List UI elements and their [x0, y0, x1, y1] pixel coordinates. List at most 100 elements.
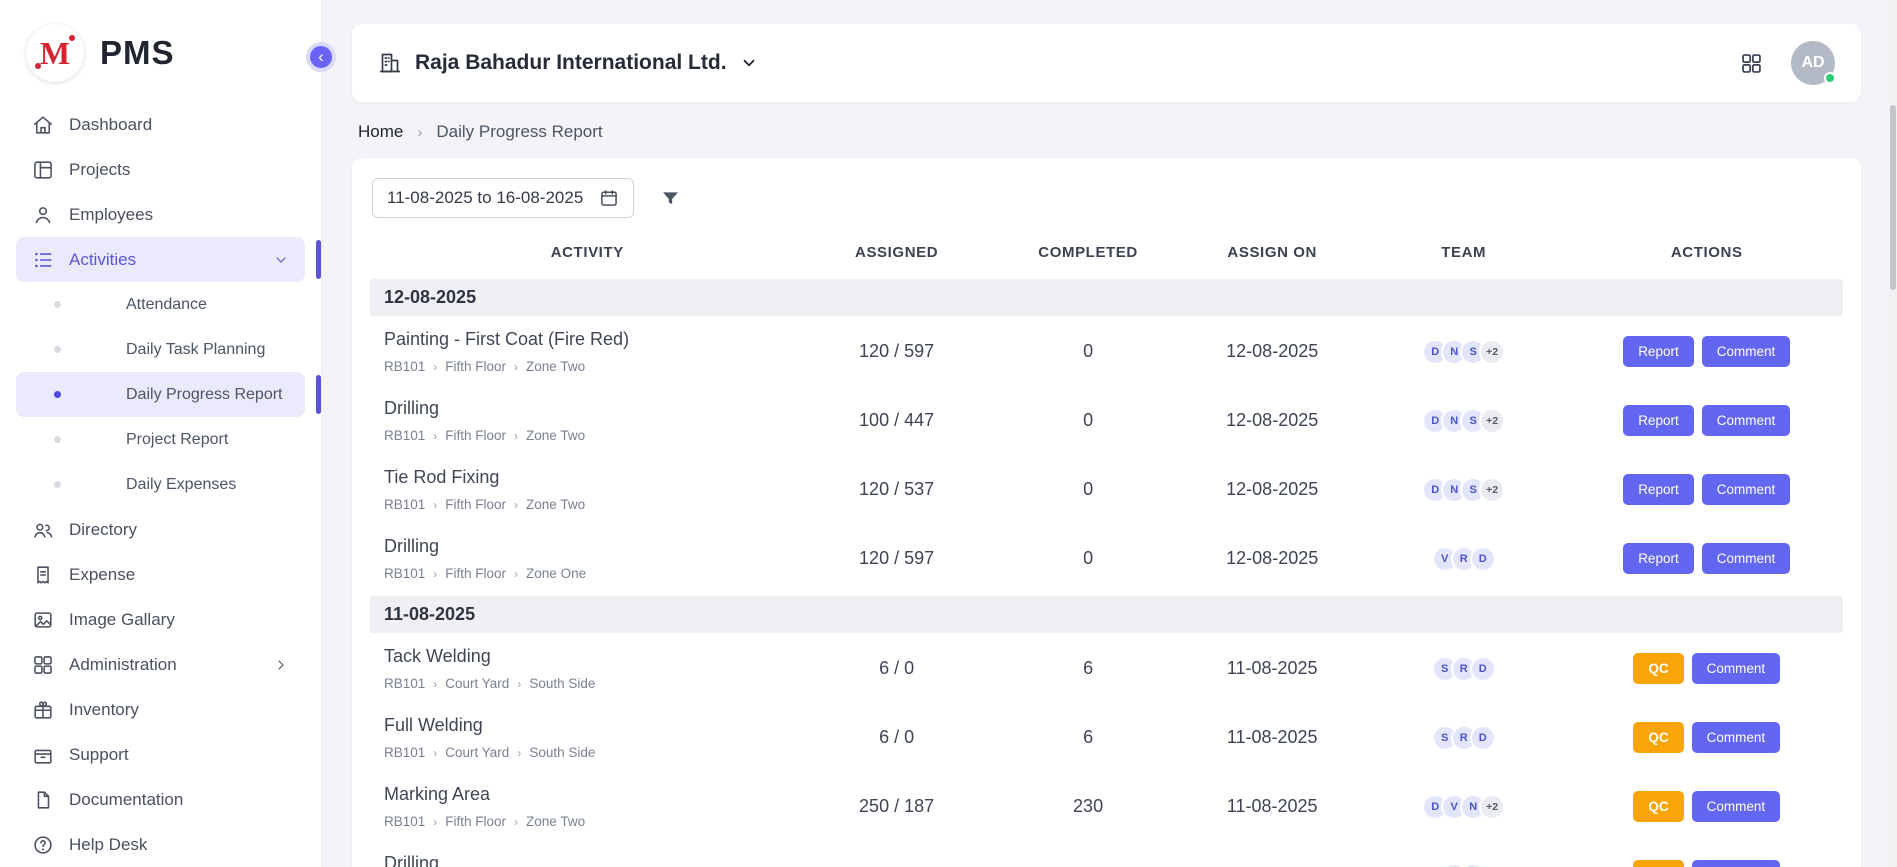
report-button[interactable]: Report: [1623, 405, 1694, 436]
location-segment: Zone Two: [526, 428, 585, 443]
assign-on-value: 11-08-2025: [1188, 658, 1357, 679]
sidebar-collapse-button[interactable]: ‹: [306, 42, 336, 72]
location-segment: Zone Two: [526, 814, 585, 829]
comment-button[interactable]: Comment: [1692, 653, 1781, 684]
location-segment: RB101: [384, 428, 425, 443]
comment-button[interactable]: Comment: [1692, 860, 1781, 867]
topbar-right: AD: [1740, 41, 1835, 85]
directory-icon: [32, 519, 54, 541]
team-avatar[interactable]: D: [1470, 725, 1496, 751]
filter-row: 11-08-2025 to 16-08-2025: [370, 178, 1843, 218]
chevron-right-icon: ›: [433, 677, 437, 691]
table-row: DrillingRB101›Fifth Floor›Zone One120 / …: [370, 525, 1843, 594]
report-button[interactable]: Report: [1623, 336, 1694, 367]
date-range-input[interactable]: 11-08-2025 to 16-08-2025: [372, 178, 634, 218]
completed-value: 0: [989, 341, 1188, 362]
scrollbar[interactable]: [1889, 0, 1897, 867]
sidebar-item-documentation[interactable]: Documentation: [16, 777, 305, 822]
comment-button[interactable]: Comment: [1702, 405, 1791, 436]
comment-button[interactable]: Comment: [1692, 722, 1781, 753]
assigned-value: 6 / 0: [805, 727, 989, 748]
sidebar-item-projects[interactable]: Projects: [16, 147, 305, 192]
comment-button[interactable]: Comment: [1702, 336, 1791, 367]
logo: M PMS: [0, 0, 321, 102]
table-row: DrillingRB101›Fifth Floor›Zone Two120 / …: [370, 842, 1843, 867]
completed-value: 6: [989, 727, 1188, 748]
team-avatars: DNS+2: [1357, 477, 1571, 503]
report-button[interactable]: Report: [1623, 474, 1694, 505]
qc-button[interactable]: QC: [1633, 653, 1683, 684]
team-avatar[interactable]: D: [1470, 546, 1496, 572]
sidebar-item-image-gallary[interactable]: Image Gallary: [16, 597, 305, 642]
expense-icon: [32, 564, 54, 586]
qc-button[interactable]: QC: [1633, 722, 1683, 753]
table-row: Painting - First Coat (Fire Red) RB101›Fi…: [370, 318, 1843, 387]
activity-name: Drilling: [384, 398, 805, 419]
activity-name: Painting - First Coat (Fire Red): [384, 329, 805, 350]
sidebar-item-help-desk[interactable]: Help Desk: [16, 822, 305, 867]
avatar-initials: AD: [1801, 54, 1824, 72]
sidebar-subitem-attendance[interactable]: Attendance: [16, 282, 305, 327]
activity-location: RB101›Fifth Floor›Zone Two: [384, 497, 805, 512]
row-actions: QC Comment: [1570, 860, 1843, 867]
date-range-value: 11-08-2025 to 16-08-2025: [387, 188, 583, 208]
date-group-header: 11-08-2025: [370, 596, 1843, 633]
sidebar-item-dashboard[interactable]: Dashboard: [16, 102, 305, 147]
sidebar-item-inventory[interactable]: Inventory: [16, 687, 305, 732]
logo-text: PMS: [100, 34, 175, 72]
chevron-right-icon: ›: [433, 429, 437, 443]
logo-icon: M: [26, 24, 84, 82]
sidebar-subitem-daily-expenses[interactable]: Daily Expenses: [16, 462, 305, 507]
completed-value: 0: [989, 410, 1188, 431]
sidebar-item-directory[interactable]: Directory: [16, 507, 305, 552]
activity-location: RB101›Fifth Floor›Zone One: [384, 566, 805, 581]
breadcrumb-home[interactable]: Home: [358, 122, 403, 142]
activity-location: RB101›Fifth Floor›Zone Two: [384, 359, 805, 374]
qc-button[interactable]: QC: [1633, 791, 1683, 822]
team-avatar[interactable]: R: [1460, 863, 1486, 867]
team-more-badge[interactable]: +2: [1479, 408, 1505, 434]
comment-button[interactable]: Comment: [1692, 791, 1781, 822]
sidebar-subitem-project-report[interactable]: Project Report: [16, 417, 305, 462]
row-actions: QC Comment: [1570, 791, 1843, 822]
company-selector[interactable]: Raja Bahadur International Ltd.: [378, 51, 758, 75]
team-more-badge[interactable]: +2: [1479, 339, 1505, 365]
home-icon: [32, 114, 54, 136]
column-header-team: TEAM: [1357, 244, 1571, 261]
sidebar-item-expense[interactable]: Expense: [16, 552, 305, 597]
chevron-right-icon: ›: [514, 815, 518, 829]
chevron-right-icon: ›: [433, 567, 437, 581]
apps-grid-icon[interactable]: [1740, 52, 1763, 75]
column-header-completed: COMPLETED: [989, 244, 1188, 261]
activities-icon: [32, 249, 54, 271]
team-avatar[interactable]: D: [1470, 656, 1496, 682]
sidebar-subitem-daily-progress-report[interactable]: Daily Progress Report: [16, 372, 305, 417]
sidebar: M PMS DashboardProjectsEmployeesActiviti…: [0, 0, 322, 867]
comment-button[interactable]: Comment: [1702, 474, 1791, 505]
team-more-badge[interactable]: +2: [1479, 477, 1505, 503]
chevron-down-icon: [273, 252, 289, 268]
sidebar-item-activities[interactable]: Activities: [16, 237, 305, 282]
chevron-right-icon: [273, 657, 289, 673]
logo-letter: M: [40, 35, 70, 72]
activity-cell: DrillingRB101›Fifth Floor›Zone Two: [370, 398, 805, 443]
report-button[interactable]: Report: [1623, 543, 1694, 574]
column-header-assigned: ASSIGNED: [805, 244, 989, 261]
chevron-right-icon: ›: [514, 360, 518, 374]
location-segment: Court Yard: [445, 676, 509, 691]
breadcrumb: Home › Daily Progress Report: [352, 102, 1861, 158]
location-segment: Court Yard: [445, 745, 509, 760]
comment-button[interactable]: Comment: [1702, 543, 1791, 574]
sidebar-item-support[interactable]: Support: [16, 732, 305, 777]
scrollbar-thumb[interactable]: [1890, 105, 1896, 290]
sidebar-subitem-daily-task-planning[interactable]: Daily Task Planning: [16, 327, 305, 372]
user-avatar[interactable]: AD: [1791, 41, 1835, 85]
activity-cell: DrillingRB101›Fifth Floor›Zone Two: [370, 853, 805, 867]
sidebar-item-employees[interactable]: Employees: [16, 192, 305, 237]
support-icon: [32, 744, 54, 766]
qc-button[interactable]: QC: [1633, 860, 1683, 867]
funnel-icon[interactable]: [660, 188, 681, 209]
sidebar-item-administration[interactable]: Administration: [16, 642, 305, 687]
team-more-badge[interactable]: +2: [1479, 794, 1505, 820]
activity-name: Drilling: [384, 853, 805, 867]
